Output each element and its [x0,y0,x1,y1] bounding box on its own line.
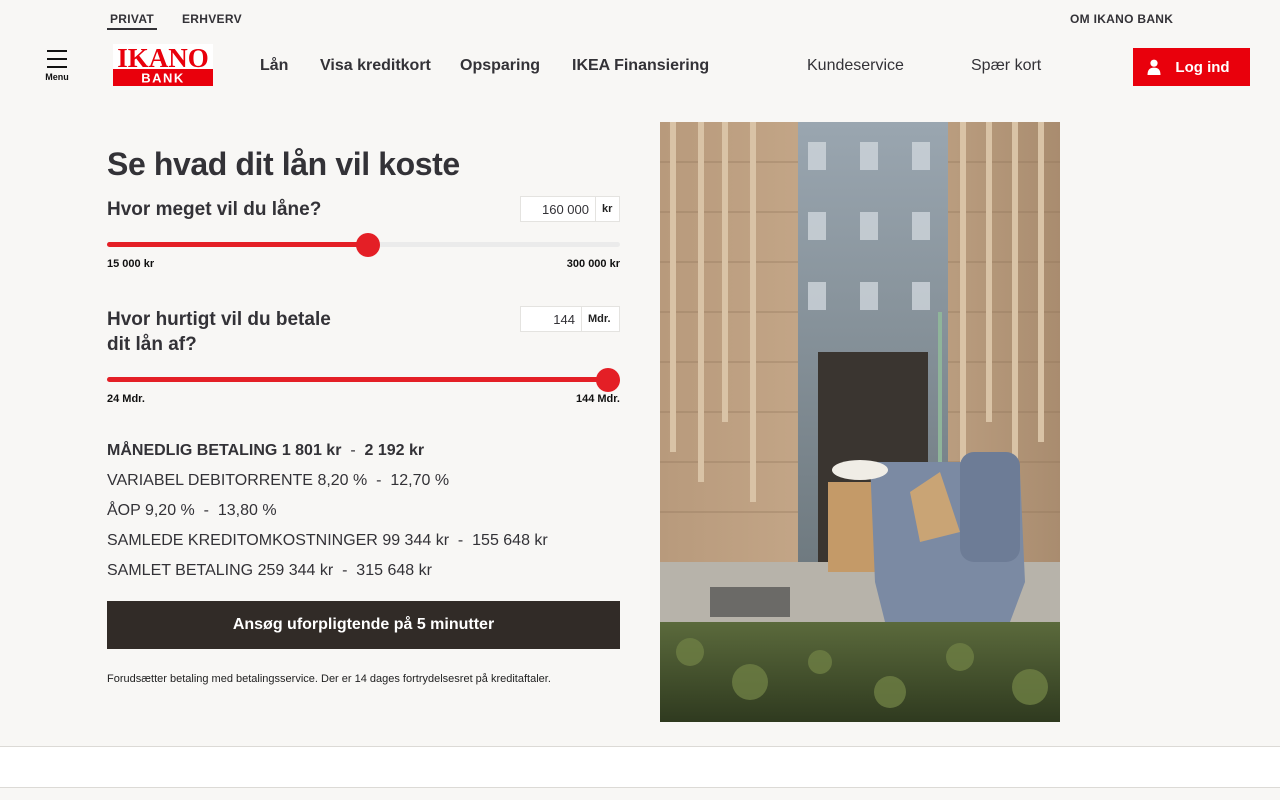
menu-label: Menu [45,72,69,82]
term-unit: Mdr. [581,307,617,331]
nav-opsparing[interactable]: Opsparing [460,57,540,75]
total-to: 315 648 kr [356,562,432,579]
term-field: Mdr. [520,306,620,332]
monthly-label: MÅNEDLIG BETALING [107,442,278,459]
term-question: Hvor hurtigt vil du betale dit lån af? [107,307,331,357]
total-from: 259 344 kr [257,562,334,579]
total-payment: SAMLET BETALING 259 344 kr - 315 648 kr [107,562,432,580]
topbar-erhverv-link[interactable]: ERHVERV [182,12,242,26]
variable-rate: VARIABEL DEBITORRENTE 8,20 % - 12,70 % [107,472,449,490]
term-max-label: 144 Mdr. [575,393,620,405]
amount-slider-fill [107,242,368,247]
total-label: SAMLET BETALING [107,562,254,579]
term-slider-thumb[interactable] [596,368,620,392]
aop-from: 9,20 % [144,502,195,519]
term-input[interactable] [521,307,581,331]
term-question-line1: Hvor hurtigt vil du betale [107,309,331,330]
disclaimer-text: Forudsætter betaling med betalingsservic… [107,673,551,685]
nav-visa-kreditkort[interactable]: Visa kreditkort [320,57,431,75]
term-slider[interactable] [107,368,620,392]
topbar-privat-link[interactable]: PRIVAT [107,12,158,30]
costs-from: 99 344 kr [382,532,450,549]
rate-to: 12,70 % [390,472,450,489]
rate-label: VARIABEL DEBITORRENTE [107,472,313,489]
rate-from: 8,20 % [317,472,368,489]
costs-to: 155 648 kr [472,532,548,549]
amount-unit: kr [595,197,618,221]
aop-label: ÅOP [107,502,141,519]
separator: - [376,472,382,489]
amount-slider[interactable] [107,233,620,257]
calculator-title: Se hvad dit lån vil koste [107,146,460,182]
amount-question: Hvor meget vil du låne? [107,199,322,220]
separator: - [350,442,356,459]
menu-button[interactable]: Menu [40,50,74,82]
credit-costs: SAMLEDE KREDITOMKOSTNINGER 99 344 kr - 1… [107,532,548,550]
amount-slider-thumb[interactable] [355,233,380,257]
hamburger-icon [47,50,67,68]
term-slider-fill [107,377,608,382]
user-icon [1147,59,1161,75]
aop-to: 13,80 % [217,502,277,519]
monthly-payment: MÅNEDLIG BETALING 1 801 kr - 2 192 kr [107,442,424,460]
logo-text-ikano: IKANO [117,44,209,73]
separator: - [342,562,348,579]
nav-ikea-finansiering[interactable]: IKEA Finansiering [572,57,709,75]
nav-kundeservice[interactable]: Kundeservice [807,57,904,75]
loan-calculator: Se hvad dit lån vil koste Hvor meget vil… [107,146,620,685]
logo-text-bank: BANK [141,71,185,86]
nav-spaer-kort[interactable]: Spær kort [971,57,1041,75]
amount-min-label: 15 000 kr [107,258,155,270]
nav-lan[interactable]: Lån [260,57,288,75]
hero-photo [660,122,1060,722]
ikano-bank-logo[interactable]: IKANO BANK [113,44,213,86]
costs-label: SAMLEDE KREDITOMKOSTNINGER [107,532,378,549]
amount-input[interactable] [521,197,595,221]
term-question-line2: dit lån af? [107,334,197,355]
monthly-from: 1 801 kr [281,442,342,459]
apply-button[interactable]: Ansøg uforpligtende på 5 minutter [107,601,620,649]
amount-max-label: 300 000 kr [566,258,620,270]
topbar-om-link[interactable]: OM IKANO BANK [1070,12,1173,26]
monthly-to: 2 192 kr [364,442,425,459]
aop: ÅOP 9,20 % - 13,80 % [107,502,277,520]
separator: - [457,532,464,549]
separator: - [203,502,209,519]
term-min-label: 24 Mdr. [107,393,145,405]
amount-field: kr [520,196,620,222]
login-button[interactable]: Log ind [1133,48,1250,86]
footer-band [0,746,1280,788]
login-label: Log ind [1175,58,1230,76]
